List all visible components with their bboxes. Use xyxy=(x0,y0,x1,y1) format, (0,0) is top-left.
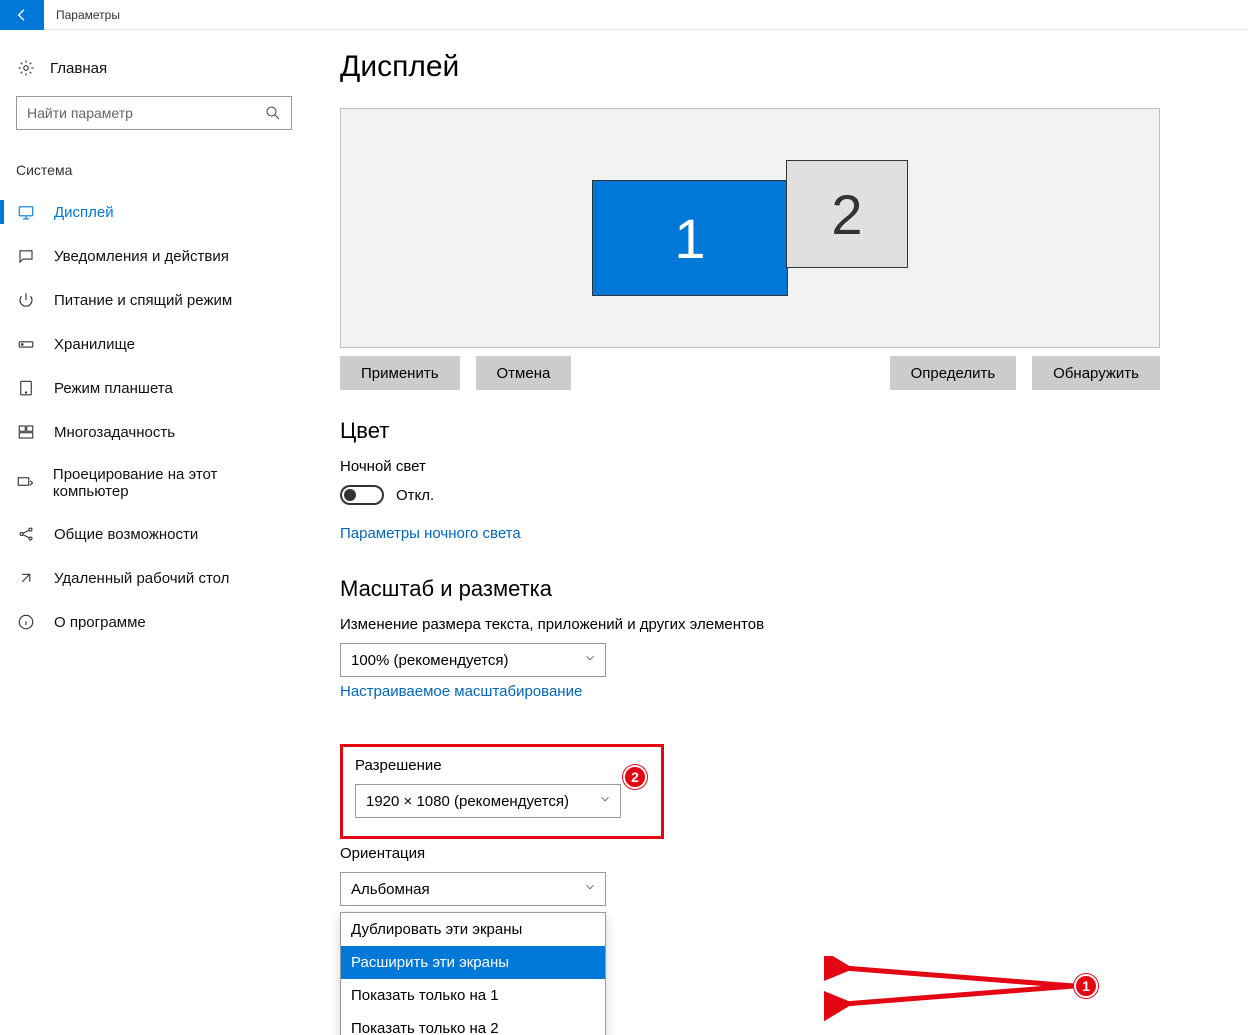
sidebar-group-header: Система xyxy=(0,154,300,190)
window-title: Параметры xyxy=(56,8,120,22)
sidebar-item-display[interactable]: Дисплей xyxy=(0,190,300,234)
custom-scaling-link[interactable]: Настраиваемое масштабирование xyxy=(340,683,582,700)
sidebar-item-tablet[interactable]: Режим планшета xyxy=(0,366,300,410)
sidebar-item-power[interactable]: Питание и спящий режим xyxy=(0,278,300,322)
dropdown-item-duplicate[interactable]: Дублировать эти экраны xyxy=(341,913,605,946)
sidebar-item-notifications[interactable]: Уведомления и действия xyxy=(0,234,300,278)
resolution-callout: Разрешение 1920 × 1080 (рекомендуется) 2 xyxy=(340,744,664,839)
dropdown-item-show-only-1[interactable]: Показать только на 1 xyxy=(341,979,605,1012)
monitor-icon xyxy=(16,202,36,222)
color-section-heading: Цвет xyxy=(340,418,1208,444)
sidebar-item-remote[interactable]: Удаленный рабочий стол xyxy=(0,556,300,600)
scale-dropdown[interactable]: 100% (рекомендуется) xyxy=(340,643,606,677)
power-icon xyxy=(16,290,36,310)
sidebar-item-label: О программе xyxy=(54,614,146,631)
sidebar-item-multitask[interactable]: Многозадачность xyxy=(0,410,300,454)
sidebar-item-shared[interactable]: Общие возможности xyxy=(0,512,300,556)
main-content: Дисплей 1 2 Применить Отмена Определить … xyxy=(300,30,1248,1035)
sidebar-item-label: Удаленный рабочий стол xyxy=(54,570,229,587)
chevron-down-icon xyxy=(583,651,597,669)
scale-label: Изменение размера текста, приложений и д… xyxy=(340,616,1208,633)
toggle-state-text: Откл. xyxy=(396,487,434,504)
callout-badge-2: 2 xyxy=(623,765,647,789)
search-icon[interactable] xyxy=(255,97,291,129)
resolution-label: Разрешение xyxy=(355,757,649,774)
sidebar-item-about[interactable]: О программе xyxy=(0,600,300,644)
tablet-icon xyxy=(16,378,36,398)
sidebar-item-label: Общие возможности xyxy=(54,526,198,543)
detect-button[interactable]: Обнаружить xyxy=(1032,356,1160,390)
project-icon xyxy=(16,473,35,493)
multitask-icon xyxy=(16,422,36,442)
sidebar-home[interactable]: Главная xyxy=(0,50,300,86)
info-icon xyxy=(16,612,36,632)
cancel-button[interactable]: Отмена xyxy=(476,356,572,390)
page-title: Дисплей xyxy=(340,50,1208,84)
share-icon xyxy=(16,524,36,544)
scale-selected-value: 100% (рекомендуется) xyxy=(351,652,583,669)
sidebar-item-label: Проецирование на этот компьютер xyxy=(53,466,284,500)
multi-display-dropdown-list: Дублировать эти экраны Расширить эти экр… xyxy=(340,912,606,1035)
sidebar-item-label: Хранилище xyxy=(54,336,135,353)
sidebar-item-label: Режим планшета xyxy=(54,380,173,397)
titlebar: Параметры xyxy=(0,0,1248,30)
search-input[interactable] xyxy=(17,97,255,129)
night-light-settings-link[interactable]: Параметры ночного света xyxy=(340,525,521,542)
orientation-dropdown[interactable]: Альбомная xyxy=(340,872,606,906)
sidebar-item-label: Уведомления и действия xyxy=(54,248,229,265)
remote-icon xyxy=(16,568,36,588)
dropdown-item-extend[interactable]: Расширить эти экраны xyxy=(341,946,605,979)
arrow-annotation xyxy=(824,956,1084,1035)
orientation-label: Ориентация xyxy=(340,845,1208,862)
night-light-toggle[interactable] xyxy=(340,485,384,505)
arrow-left-icon xyxy=(14,7,30,23)
back-button[interactable] xyxy=(0,0,44,30)
chevron-down-icon xyxy=(583,880,597,898)
scale-section-heading: Масштаб и разметка xyxy=(340,576,1208,602)
sidebar-home-label: Главная xyxy=(50,60,107,77)
sidebar-item-storage[interactable]: Хранилище xyxy=(0,322,300,366)
chevron-down-icon xyxy=(598,792,612,810)
callout-badge-1: 1 xyxy=(1074,974,1098,998)
sidebar-item-label: Питание и спящий режим xyxy=(54,292,232,309)
resolution-selected-value: 1920 × 1080 (рекомендуется) xyxy=(366,793,598,810)
identify-button[interactable]: Определить xyxy=(890,356,1017,390)
sidebar-item-label: Многозадачность xyxy=(54,424,175,441)
night-light-label: Ночной свет xyxy=(340,458,1208,475)
gear-icon xyxy=(16,58,36,78)
dropdown-item-show-only-2[interactable]: Показать только на 2 xyxy=(341,1012,605,1035)
display-preview[interactable]: 1 2 xyxy=(340,108,1160,348)
drive-icon xyxy=(16,334,36,354)
search-box xyxy=(16,96,292,130)
sidebar-item-projecting[interactable]: Проецирование на этот компьютер xyxy=(0,454,300,512)
apply-button[interactable]: Применить xyxy=(340,356,460,390)
sidebar: Главная Система Дисплей Уведомления и де… xyxy=(0,30,300,1035)
chat-icon xyxy=(16,246,36,266)
monitor-tile-2[interactable]: 2 xyxy=(786,160,908,268)
monitor-tile-1[interactable]: 1 xyxy=(592,180,788,296)
orientation-selected-value: Альбомная xyxy=(351,881,583,898)
resolution-dropdown[interactable]: 1920 × 1080 (рекомендуется) xyxy=(355,784,621,818)
sidebar-item-label: Дисплей xyxy=(54,204,114,221)
